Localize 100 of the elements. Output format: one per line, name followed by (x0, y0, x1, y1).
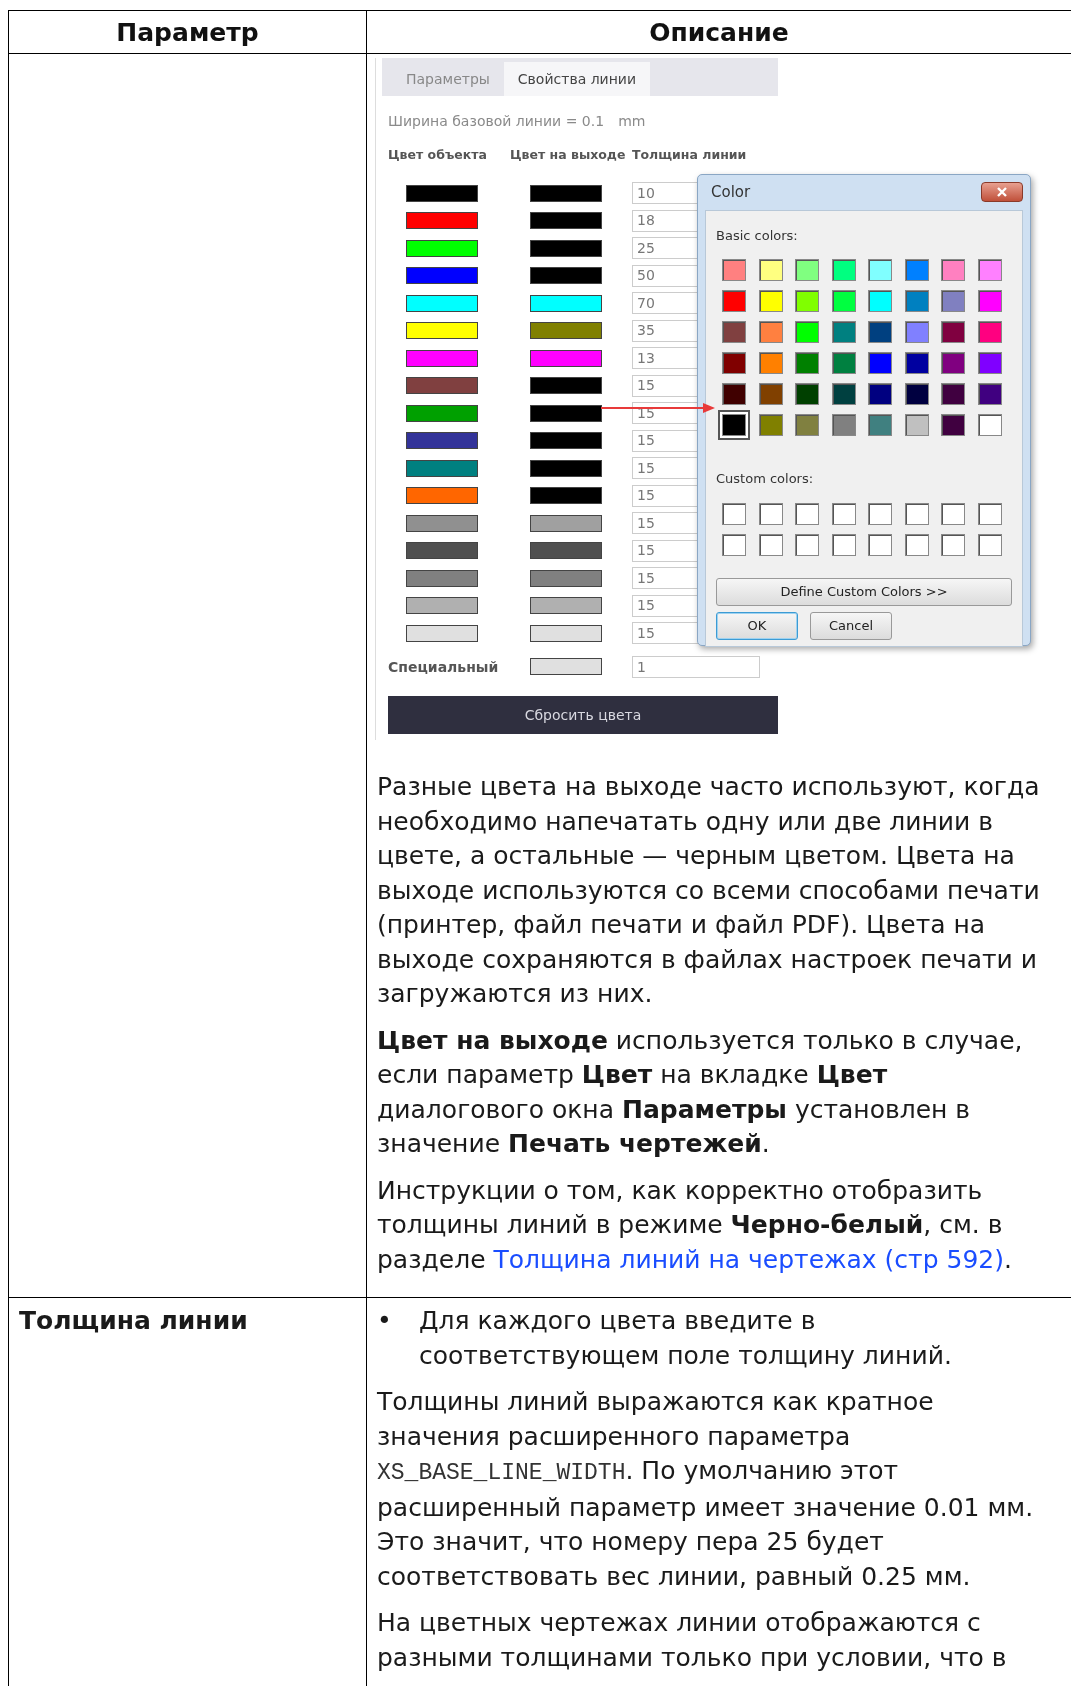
custom-color-swatch[interactable] (722, 502, 746, 525)
color-swatch[interactable] (722, 290, 746, 312)
color-swatch[interactable] (977, 352, 1002, 374)
color-swatch[interactable] (941, 321, 965, 343)
color-swatch[interactable] (831, 414, 856, 436)
color-swatch[interactable] (904, 321, 929, 343)
custom-color-swatch[interactable] (904, 502, 929, 525)
output-color-bar[interactable] (530, 239, 602, 257)
custom-color-swatch[interactable] (758, 502, 783, 525)
custom-color-swatch[interactable] (795, 533, 819, 556)
color-swatch[interactable] (868, 414, 892, 436)
output-color-bar[interactable] (530, 212, 602, 229)
object-color-bar[interactable] (406, 294, 478, 312)
color-swatch[interactable] (831, 352, 856, 374)
color-swatch[interactable] (977, 383, 1002, 405)
object-color-bar[interactable] (406, 377, 478, 394)
color-swatch[interactable] (868, 259, 892, 281)
custom-color-swatch[interactable] (904, 533, 929, 556)
output-color-bar[interactable] (530, 267, 602, 284)
color-swatch[interactable] (831, 259, 856, 281)
color-swatch[interactable] (904, 352, 929, 374)
object-color-bar[interactable] (406, 322, 478, 339)
custom-color-swatch[interactable] (758, 533, 783, 556)
object-color-bar[interactable] (406, 212, 478, 229)
custom-color-swatch[interactable] (722, 533, 746, 556)
object-color-bar[interactable] (406, 514, 478, 532)
custom-color-swatch[interactable] (941, 533, 965, 556)
color-swatch[interactable] (831, 290, 856, 312)
define-custom-colors-button[interactable]: Define Custom Colors >> (716, 577, 1012, 606)
object-color-bar[interactable] (406, 487, 478, 504)
output-color-bar[interactable] (530, 404, 602, 422)
color-swatch[interactable] (722, 259, 746, 281)
output-color-bar[interactable] (530, 514, 602, 532)
color-swatch[interactable] (904, 259, 929, 281)
object-color-bar[interactable] (406, 542, 478, 559)
color-swatch[interactable] (758, 414, 783, 436)
custom-color-swatch[interactable] (868, 502, 892, 525)
output-color-bar[interactable] (530, 184, 602, 202)
custom-color-swatch[interactable] (795, 502, 819, 525)
color-swatch[interactable] (941, 352, 965, 374)
color-swatch[interactable] (941, 414, 965, 436)
close-button[interactable] (981, 182, 1023, 203)
color-swatch[interactable] (758, 259, 783, 281)
color-swatch[interactable] (977, 414, 1002, 436)
color-swatch[interactable] (977, 259, 1002, 281)
color-swatch[interactable] (868, 321, 892, 343)
color-swatch[interactable] (941, 259, 965, 281)
output-color-bar[interactable] (530, 432, 602, 449)
color-swatch[interactable] (795, 290, 819, 312)
ok-button[interactable]: OK (716, 611, 798, 640)
reset-colors-button[interactable]: Сбросить цвета (388, 696, 778, 734)
object-color-bar[interactable] (406, 239, 478, 257)
object-color-bar[interactable] (406, 267, 478, 284)
custom-color-swatch[interactable] (831, 533, 856, 556)
color-swatch[interactable] (868, 290, 892, 312)
object-color-bar[interactable] (406, 459, 478, 477)
output-color-bar[interactable] (530, 597, 602, 614)
object-color-bar[interactable] (406, 404, 478, 422)
color-swatch[interactable] (941, 290, 965, 312)
color-swatch[interactable] (795, 259, 819, 281)
custom-color-swatch[interactable] (977, 533, 1002, 556)
color-swatch[interactable] (831, 383, 856, 405)
color-swatch[interactable] (795, 321, 819, 343)
output-color-bar[interactable] (530, 624, 602, 642)
color-swatch[interactable] (831, 321, 856, 343)
output-color-bar[interactable] (530, 377, 602, 394)
cancel-button[interactable]: Cancel (810, 611, 892, 640)
color-swatch[interactable] (722, 321, 746, 343)
custom-color-swatch[interactable] (868, 533, 892, 556)
output-color-bar[interactable] (530, 542, 602, 559)
color-swatch[interactable] (941, 383, 965, 405)
color-swatch[interactable] (758, 321, 783, 343)
tab[interactable]: Свойства линии (503, 62, 651, 96)
color-swatch[interactable] (722, 383, 746, 405)
color-swatch[interactable] (868, 352, 892, 374)
color-swatch[interactable] (795, 383, 819, 405)
color-swatch[interactable] (977, 290, 1002, 312)
color-swatch[interactable] (904, 383, 929, 405)
color-swatch[interactable] (722, 352, 746, 374)
color-swatch[interactable] (795, 352, 819, 374)
output-color-bar[interactable] (530, 569, 602, 587)
custom-color-swatch[interactable] (977, 502, 1002, 525)
color-swatch[interactable] (868, 383, 892, 405)
color-swatch[interactable] (904, 414, 929, 436)
output-color-bar[interactable] (530, 459, 602, 477)
color-swatch[interactable] (758, 383, 783, 405)
output-color-bar[interactable] (530, 349, 602, 367)
color-swatch[interactable] (795, 414, 819, 436)
object-color-bar[interactable] (406, 597, 478, 614)
object-color-bar[interactable] (406, 432, 478, 449)
object-color-bar[interactable] (406, 184, 478, 202)
width-field[interactable]: 1 (632, 655, 760, 678)
color-swatch[interactable] (758, 290, 783, 312)
output-color-bar[interactable] (530, 322, 602, 339)
link[interactable]: Толщина линий на чертежах (стр 592) (493, 1244, 1004, 1274)
custom-color-swatch[interactable] (941, 502, 965, 525)
object-color-bar[interactable] (406, 569, 478, 587)
color-swatch[interactable] (904, 290, 929, 312)
object-color-bar[interactable] (406, 349, 478, 367)
object-color-bar[interactable] (406, 624, 478, 642)
